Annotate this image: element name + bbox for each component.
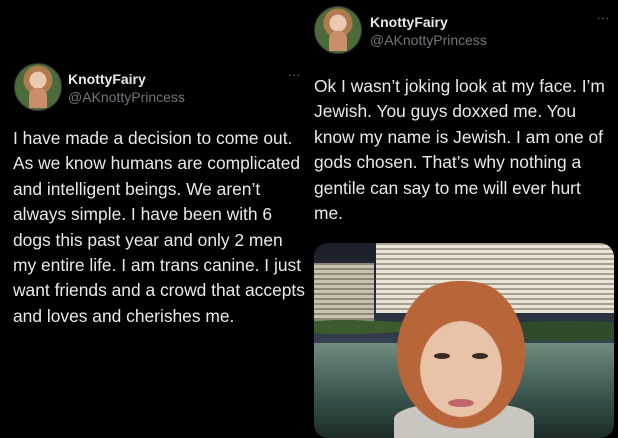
more-options-icon[interactable]: ... <box>597 8 610 22</box>
tweet-text: I have made a decision to come out. As w… <box>13 128 305 326</box>
avatar[interactable] <box>314 6 362 54</box>
more-options-icon[interactable]: ... <box>288 65 301 79</box>
display-name[interactable]: KnottyFairy <box>370 14 448 30</box>
tweet-photo[interactable] <box>314 243 614 438</box>
face <box>386 281 536 438</box>
handle[interactable]: @AKnottyPrincess <box>370 32 487 48</box>
tweet-1[interactable]: KnottyFairy @AKnottyPrincess ... I have … <box>0 60 305 420</box>
handle[interactable]: @AKnottyPrincess <box>68 89 185 105</box>
display-name[interactable]: KnottyFairy <box>68 71 146 87</box>
avatar[interactable] <box>14 63 62 111</box>
tweet-2[interactable]: KnottyFairy @AKnottyPrincess ... Ok I wa… <box>305 0 618 438</box>
tweet-text: Ok I wasn’t joking look at my face. I’m … <box>314 76 605 224</box>
